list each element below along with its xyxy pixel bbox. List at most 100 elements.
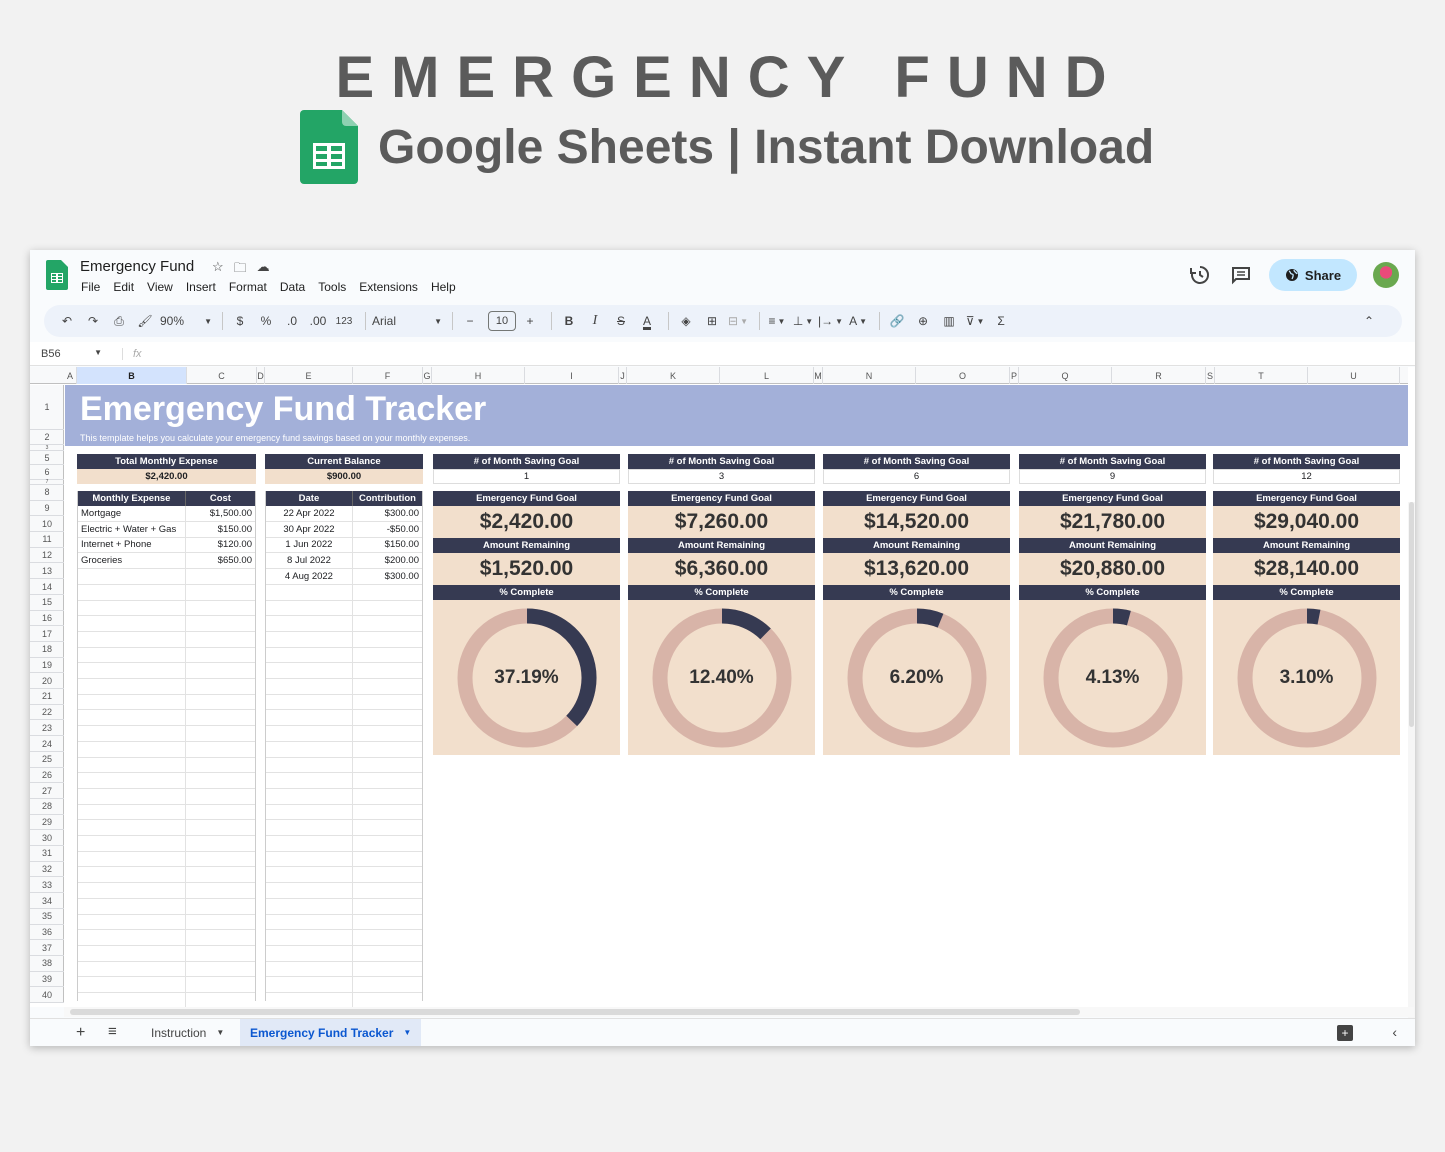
row-header-11[interactable]: 11 [30, 532, 64, 548]
table-cell[interactable] [353, 663, 422, 678]
table-cell[interactable] [353, 600, 422, 615]
filter-icon[interactable]: ⊽ ▼ [964, 309, 986, 333]
column-header-h[interactable]: H [432, 367, 525, 384]
more-formats-button[interactable]: 123 [333, 309, 355, 333]
text-rotation-icon[interactable]: A ▼ [847, 309, 869, 333]
functions-icon[interactable]: Σ [990, 309, 1012, 333]
table-cell[interactable]: $300.00 [353, 506, 422, 521]
vertical-scrollbar[interactable] [1408, 502, 1415, 1046]
add-sheet-icon[interactable]: + [76, 1024, 85, 1042]
table-cell[interactable] [353, 647, 422, 662]
table-cell[interactable] [266, 820, 353, 835]
table-cell[interactable] [266, 961, 353, 977]
row-header-20[interactable]: 20 [30, 673, 64, 690]
table-cell[interactable] [78, 694, 186, 710]
menu-edit[interactable]: Edit [113, 280, 134, 294]
table-cell[interactable] [266, 977, 353, 992]
spreadsheet-grid[interactable]: ABCDEFGHIJKLMNOPQRSTU 1 2 3 5 6 7 8 9 10 11 12 13 14… [30, 367, 1415, 1046]
table-cell[interactable] [266, 882, 353, 898]
column-header-u[interactable]: U [1308, 367, 1400, 384]
table-cell[interactable] [266, 945, 353, 961]
table-cell[interactable] [78, 710, 186, 726]
column-header-g[interactable]: G [423, 367, 432, 384]
months-value[interactable]: 6 [823, 469, 1010, 484]
table-cell[interactable] [78, 741, 186, 757]
table-cell[interactable] [353, 977, 422, 992]
table-cell[interactable]: Groceries [78, 553, 186, 569]
table-cell[interactable] [266, 710, 353, 726]
menu-help[interactable]: Help [431, 280, 456, 294]
row-header-2[interactable]: 2 [30, 430, 64, 445]
decrease-decimal-button[interactable]: .0 [281, 309, 303, 333]
table-cell[interactable] [353, 820, 422, 835]
table-cell[interactable] [186, 930, 255, 945]
table-cell[interactable] [186, 851, 255, 866]
table-cell[interactable]: 22 Apr 2022 [266, 506, 353, 521]
amount-remaining-value[interactable]: $20,880.00 [1019, 553, 1206, 585]
table-cell[interactable] [186, 946, 255, 961]
table-cell[interactable] [78, 584, 186, 600]
table-cell[interactable]: 8 Jul 2022 [266, 553, 353, 569]
table-cell[interactable] [353, 616, 422, 631]
column-header-f[interactable]: F [353, 367, 423, 384]
borders-icon[interactable]: ⊞ [701, 309, 723, 333]
name-box[interactable]: B56 ▼ [30, 348, 102, 360]
table-cell[interactable] [266, 929, 353, 945]
scrollbar-thumb[interactable] [70, 1009, 1080, 1015]
merge-cells-icon[interactable]: ⊟ ▼ [727, 309, 749, 333]
table-cell[interactable] [266, 835, 353, 851]
table-cell[interactable] [78, 820, 186, 835]
font-size-input[interactable]: 10 [488, 311, 516, 331]
row-header-14[interactable]: 14 [30, 579, 64, 595]
paint-format-icon[interactable]: 🖌 [134, 309, 156, 333]
table-cell[interactable] [78, 788, 186, 804]
table-cell[interactable] [186, 836, 255, 851]
table-cell[interactable] [353, 914, 422, 929]
row-header-23[interactable]: 23 [30, 721, 64, 737]
amount-remaining-value[interactable]: $28,140.00 [1213, 553, 1400, 585]
progress-donut-chart[interactable]: 12.40% [628, 600, 815, 755]
fund-goal-value[interactable]: $29,040.00 [1213, 506, 1400, 538]
row-header-31[interactable]: 31 [30, 846, 64, 862]
row-header-10[interactable]: 10 [30, 516, 64, 533]
table-cell[interactable] [186, 585, 255, 600]
table-cell[interactable] [186, 694, 255, 709]
table-cell[interactable] [353, 742, 422, 757]
table-cell[interactable] [78, 945, 186, 961]
tab-emergency-fund-tracker[interactable]: Emergency Fund Tracker ▼ [240, 1019, 422, 1046]
row-header-30[interactable]: 30 [30, 830, 64, 847]
table-cell[interactable] [266, 584, 353, 600]
progress-donut-chart[interactable]: 4.13% [1019, 600, 1206, 755]
horizontal-align-icon[interactable]: ≡ ▼ [766, 309, 788, 333]
menu-format[interactable]: Format [229, 280, 267, 294]
row-header-28[interactable]: 28 [30, 799, 64, 815]
table-cell[interactable] [186, 616, 255, 631]
table-cell[interactable] [78, 615, 186, 631]
table-cell[interactable] [186, 663, 255, 678]
table-cell[interactable] [186, 914, 255, 929]
history-icon[interactable] [1187, 262, 1213, 288]
row-header-16[interactable]: 16 [30, 611, 64, 627]
table-cell[interactable] [266, 600, 353, 616]
table-cell[interactable]: 30 Apr 2022 [266, 521, 353, 537]
column-header-s[interactable]: S [1206, 367, 1215, 384]
row-header-12[interactable]: 12 [30, 548, 64, 564]
strikethrough-icon[interactable]: S [610, 309, 632, 333]
table-cell[interactable] [186, 773, 255, 788]
menu-insert[interactable]: Insert [186, 280, 216, 294]
percent-format-button[interactable]: % [255, 309, 277, 333]
table-cell[interactable] [353, 899, 422, 914]
row-header-36[interactable]: 36 [30, 925, 64, 941]
table-cell[interactable] [186, 647, 255, 662]
table-cell[interactable] [353, 585, 422, 600]
table-cell[interactable] [186, 789, 255, 804]
progress-donut-chart[interactable]: 3.10% [1213, 600, 1400, 755]
current-balance-value[interactable]: $900.00 [265, 469, 423, 484]
amount-remaining-value[interactable]: $6,360.00 [628, 553, 815, 585]
cloud-status-icon[interactable]: ☁ [257, 259, 270, 281]
currency-format-button[interactable]: $ [229, 309, 251, 333]
insert-chart-icon[interactable]: ▥ [938, 309, 960, 333]
table-cell[interactable] [78, 914, 186, 930]
table-cell[interactable] [353, 710, 422, 725]
amount-remaining-value[interactable]: $1,520.00 [433, 553, 620, 585]
